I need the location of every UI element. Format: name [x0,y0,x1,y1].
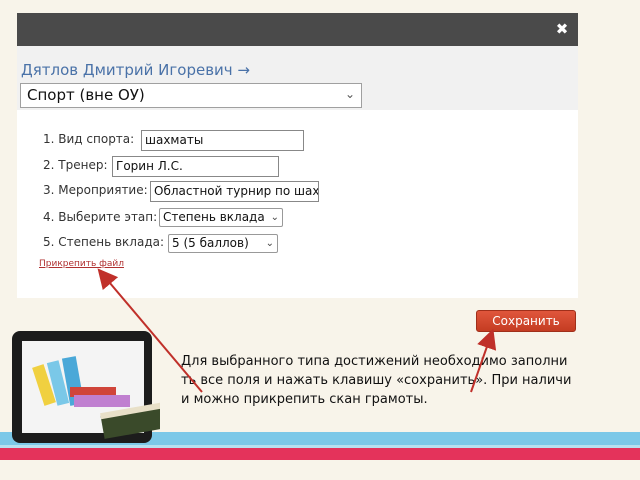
category-value: Спорт (вне ОУ) [27,86,145,104]
close-button[interactable]: ✖ [552,19,572,39]
coach-input[interactable]: Горин Л.С. [112,156,279,177]
book-purple [74,395,130,407]
sport-input[interactable]: шахматы [141,130,304,151]
stage-select[interactable]: Степень вклада ⌄ [159,208,283,227]
field-label-coach: 2. Тренер: [43,158,108,172]
event-input[interactable]: Областной турнир по шах [150,181,319,202]
student-name: Дятлов Дмитрий Игоревич → [21,61,250,79]
tablet-books-illustration [12,331,160,443]
field-label-contribution: 5. Степень вклада: [43,235,165,249]
field-label-stage: 4. Выберите этап: [43,210,158,224]
attach-file-link[interactable]: Прикрепить файл [39,259,124,269]
chevron-down-icon: ⌄ [270,212,279,223]
contribution-select[interactable]: 5 (5 баллов) ⌄ [168,234,278,253]
instruction-line-1: Для выбранного типа достижений необходим… [181,354,568,369]
form-panel: 1. Вид спорта: шахматы 2. Тренер: Горин … [17,110,578,298]
instruction-text: Для выбранного типа достижений необходим… [181,352,611,409]
field-label-sport: 1. Вид спорта: [43,132,135,146]
save-button[interactable]: Сохранить [476,310,576,332]
close-icon: ✖ [555,20,569,38]
instruction-line-2: ть все поля и нажать клавишу «сохранить»… [181,373,572,388]
dialog-header: ✖ [17,13,578,46]
instruction-line-3: и можно прикрепить скан грамоты. [181,392,428,407]
chevron-down-icon: ⌄ [265,238,274,249]
achievement-dialog: ✖ Дятлов Дмитрий Игоревич → Спорт (вне О… [17,13,578,298]
stage-select-value: Степень вклада [163,210,265,224]
contribution-select-value: 5 (5 баллов) [172,236,249,250]
field-label-event: 3. Мероприятие: [43,183,148,197]
category-select[interactable]: Спорт (вне ОУ) ⌄ [20,83,362,108]
chevron-down-icon: ⌄ [344,87,355,101]
